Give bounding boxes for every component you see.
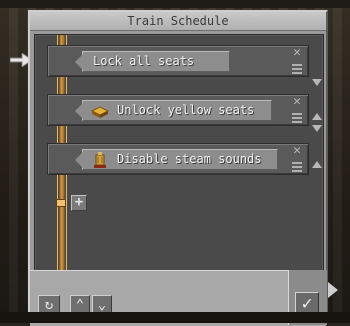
entry-text: Disable steam sounds	[117, 152, 262, 166]
schedule-entry-disable-steam-sounds[interactable]: Disable steam sounds ✕	[47, 143, 309, 175]
remove-entry-button[interactable]: ✕	[292, 144, 302, 157]
remove-entry-button[interactable]: ✕	[292, 95, 302, 108]
schedule-entry-lock-all-seats[interactable]: Lock all seats ✕	[47, 45, 309, 77]
train-schedule-window: Train Schedule Lock all seats ✕ Unlock y…	[28, 10, 328, 326]
entry-text: Lock all seats	[93, 54, 195, 68]
remove-entry-button[interactable]: ✕	[292, 46, 302, 59]
top-shadow	[0, 0, 350, 8]
schedule-entry-unlock-yellow-seats[interactable]: Unlock yellow seats ✕	[47, 94, 309, 126]
bottom-shadow	[0, 312, 350, 323]
track-node	[56, 199, 66, 207]
drag-handle-icon[interactable]	[292, 64, 302, 74]
entry-text: Unlock yellow seats	[117, 103, 255, 117]
entry-label: Disable steam sounds	[75, 149, 278, 170]
window-title: Train Schedule	[30, 12, 326, 31]
steam-whistle-icon	[94, 152, 106, 168]
move-down-icon[interactable]	[312, 79, 322, 86]
entry-label: Unlock yellow seats	[75, 100, 272, 121]
move-up-icon[interactable]	[312, 113, 322, 120]
confirm-tab-arrow-icon	[328, 282, 338, 298]
schedule-canvas: Lock all seats ✕ Unlock yellow seats ✕ D…	[34, 34, 324, 274]
drag-handle-icon[interactable]	[292, 162, 302, 172]
move-down-icon[interactable]	[312, 125, 322, 132]
entry-label: Lock all seats	[75, 51, 230, 72]
move-up-icon[interactable]	[312, 161, 322, 168]
drag-handle-icon[interactable]	[292, 113, 302, 123]
add-entry-button[interactable]: +	[71, 195, 87, 211]
yellow-seat-icon	[91, 106, 109, 118]
